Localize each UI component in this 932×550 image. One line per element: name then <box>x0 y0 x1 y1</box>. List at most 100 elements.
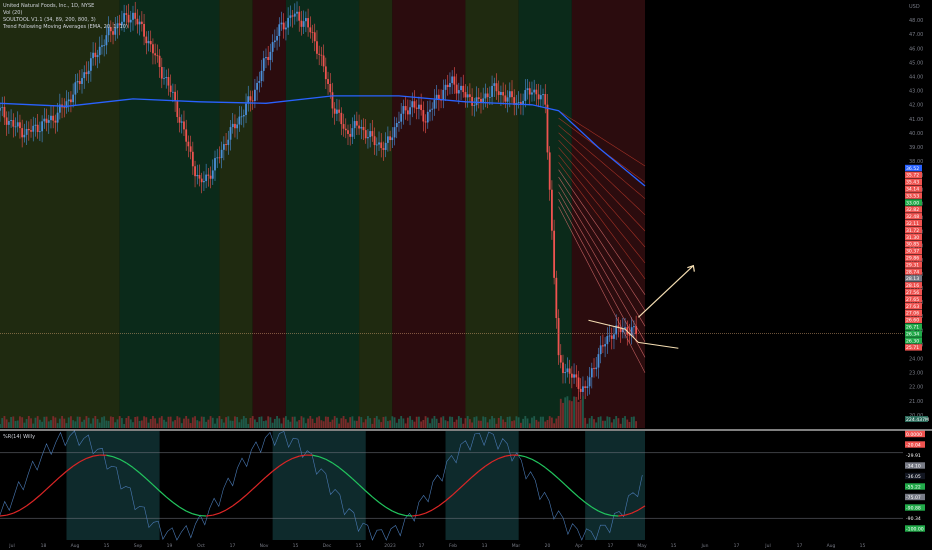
willy-signal-line <box>6 512 14 516</box>
y-tick-label: 24.00 <box>909 357 923 363</box>
candle <box>442 89 445 101</box>
candle <box>409 107 411 115</box>
willy-signal-line <box>365 490 373 498</box>
volume-bar <box>619 423 622 428</box>
volume-bar <box>160 416 163 428</box>
volume-bar <box>597 417 600 428</box>
volume-bar <box>207 419 210 428</box>
volume-bar <box>145 417 148 428</box>
candle <box>497 91 500 95</box>
candle <box>0 107 1 111</box>
zone-band <box>252 0 286 428</box>
candle <box>267 57 270 60</box>
volume-bar <box>70 416 72 428</box>
y-tick-label: 46.00 <box>909 46 923 52</box>
volume-bar <box>78 416 81 428</box>
volume-label: 224.437M <box>906 417 929 423</box>
volume-bar <box>582 396 584 428</box>
candle <box>584 386 587 389</box>
volume-bar <box>601 420 604 428</box>
candle <box>327 79 329 84</box>
y-tick-label: 38.00 <box>909 159 923 165</box>
candle <box>573 374 575 378</box>
volume-bar <box>453 421 456 428</box>
volume-bar <box>318 416 321 428</box>
volume-bar <box>575 396 578 428</box>
candle <box>331 92 334 109</box>
candle <box>502 91 505 96</box>
price-label: 29.86 <box>906 256 919 262</box>
candle <box>431 108 434 110</box>
volume-bar <box>564 397 567 428</box>
candle <box>557 318 560 356</box>
willy-signal-line <box>438 500 446 507</box>
volume-bar <box>471 422 474 428</box>
volume-bar <box>624 416 626 428</box>
candle <box>154 53 157 56</box>
volume-bar <box>617 418 620 428</box>
volume-bar <box>331 419 334 428</box>
candle <box>608 335 611 337</box>
candle <box>105 35 108 46</box>
volume-bar <box>320 420 323 428</box>
volume-bar <box>484 417 487 428</box>
candle <box>400 113 403 122</box>
volume-bar <box>214 423 216 428</box>
y-tick-label: 42.00 <box>909 103 923 109</box>
candle <box>313 32 316 42</box>
candle <box>517 102 520 104</box>
candle <box>138 21 141 25</box>
volume-bar <box>107 420 110 428</box>
volume-bar <box>25 419 28 428</box>
x-tick-label: 19 <box>167 543 173 549</box>
candle <box>362 126 365 131</box>
willy-signal-line <box>398 513 406 517</box>
volume-bar <box>380 422 383 428</box>
candle <box>249 96 252 101</box>
volume-bar <box>393 417 396 428</box>
volume-bar <box>351 416 354 428</box>
candle <box>462 85 465 93</box>
candle <box>344 128 347 131</box>
candle <box>167 77 170 86</box>
volume-bar <box>415 416 418 428</box>
candle <box>220 149 223 159</box>
candle <box>604 344 607 347</box>
candle <box>23 134 26 138</box>
indicator-label: -29.91 <box>906 453 921 459</box>
volume-bar <box>34 417 37 428</box>
chart-canvas[interactable]: USD 48.00 47.00 46.00 45.00 44.00 43.00 42.00 41… <box>0 0 932 550</box>
x-tick-label: Dec <box>323 543 332 549</box>
candle <box>222 144 225 150</box>
volume-bar <box>559 398 562 428</box>
volume-bar <box>329 421 332 428</box>
y-tick-label: 43.00 <box>909 89 923 95</box>
candle <box>134 12 137 19</box>
volume-bar <box>626 419 629 428</box>
volume-bar <box>227 416 230 428</box>
candle <box>101 45 103 47</box>
candle <box>353 121 356 129</box>
willy-signal-line <box>571 490 579 498</box>
x-tick-label: 15 <box>356 543 362 549</box>
volume-bar <box>87 417 90 428</box>
candle <box>493 83 496 86</box>
price-label: 27.56 <box>906 290 919 296</box>
candle <box>418 104 420 109</box>
volume-bar <box>464 418 467 428</box>
candle <box>169 85 172 92</box>
candle <box>582 386 584 392</box>
volume-bar <box>196 420 199 428</box>
volume-bar <box>349 417 352 428</box>
volume-bar <box>116 419 119 428</box>
volume-bar <box>579 399 582 428</box>
volume-bar <box>566 396 569 428</box>
candle <box>262 58 265 71</box>
candle <box>455 84 458 94</box>
indicator-label: -100.00 <box>906 526 924 532</box>
volume-bar <box>247 423 250 428</box>
candle <box>98 46 101 56</box>
volume-bar <box>205 421 208 428</box>
price-label: 29.31 <box>906 262 919 268</box>
candle <box>307 18 309 28</box>
